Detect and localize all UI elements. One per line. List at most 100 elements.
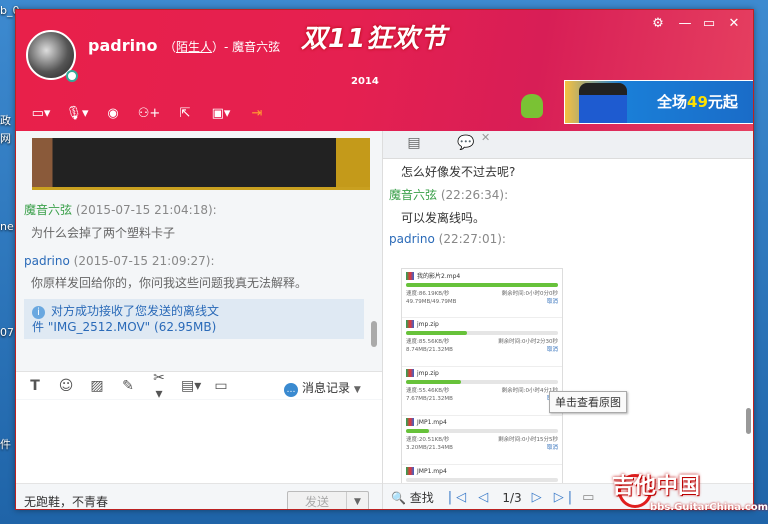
desktop-label: ne [0,220,14,233]
handwriting-icon[interactable]: ✎ [119,378,137,394]
page-nav-next[interactable]: ▷ ▷| [532,490,577,505]
contact-name[interactable]: padrino [88,36,157,55]
online-status-icon [66,70,78,82]
history-button[interactable]: … 消息记录 ▼ [284,379,361,397]
desktop-label: 件 [0,438,11,451]
search-icon: 🔍 [391,491,406,505]
chat-scrollbar[interactable] [371,321,377,347]
add-user-icon[interactable]: ⚇+ [136,102,162,124]
more-icon[interactable]: ▤▾ [181,378,201,394]
file-icon [406,418,414,426]
transfer-speed: 速度:20.51KB/秒 [406,437,450,443]
cancel-link[interactable]: 取消 [547,298,558,306]
qq-chat-window: padrino （陌生人）- 魔音六弦 双11狂欢节 2014 ⚙ — ▭ ✕ … [15,9,754,510]
message-body: 为什么会掉了两个塑料卡子 [31,226,176,240]
promo-year: 2014 [351,76,379,87]
file-icon [406,271,414,280]
mascot-icon[interactable] [521,94,543,118]
folder-icon[interactable]: ▭ [582,490,594,505]
transfer-size: 8.74MB/21.32MB [406,347,453,353]
send-button-group: 发送 ▼ [287,491,369,509]
tag-close: ）- 魔音六弦 [212,40,281,54]
font-icon[interactable]: T [26,378,44,394]
share-screen-icon[interactable]: ⇱ [172,102,198,124]
sender-name[interactable]: 魔音六弦 [24,203,72,217]
maximize-button[interactable]: ▭ [699,16,719,31]
progress-bar [406,283,558,287]
camera-icon[interactable]: ◉ [100,102,126,124]
settings-icon[interactable]: ⚙ [648,16,668,31]
message-time: (22:27:01): [438,232,506,246]
history-scrollbar[interactable] [746,408,751,434]
file-icon [406,320,414,328]
stranger-link[interactable]: 陌生人 [176,40,212,54]
contact-card-icon[interactable]: ▤ [399,135,429,155]
gift-icon[interactable]: ▭ [212,378,230,394]
find-button[interactable]: 🔍 查找 [391,489,434,506]
history-icon: … [284,383,298,397]
transfer-meta: 8.74MB/21.32MB 取消 [406,346,558,354]
notice-line: 对方成功接收了您发送的离线文 [51,304,220,318]
message-header: padrino (2015-07-15 21:09:27): [24,254,364,268]
desktop-label: 网 [0,132,11,145]
ad-banner[interactable]: 全场49元起 [564,80,753,124]
progress-bar [406,331,558,335]
transfer-remaining: 剩余时间:0小时0分0秒 [501,291,558,297]
progress-fill [406,380,461,384]
file-name-row: JMP1.mp4 [406,418,558,426]
close-tab-icon[interactable]: ✕ [481,131,490,144]
sender-name[interactable]: padrino [24,254,70,268]
cancel-link[interactable]: 取消 [547,444,558,452]
history-messages: 怎么好像发不过去呢? 魔音六弦 (22:26:34): 可以发离线吗。 padr… [383,163,743,252]
file-name: JMP1.mp4 [417,418,447,426]
image-icon[interactable]: ▨ [88,378,106,394]
microphone-icon[interactable]: 🎙▾ [64,102,90,124]
emoji-icon[interactable]: ☺ [57,378,75,394]
file-transfer-item: 我的影片2.mp4 速度:86.19KB/秒 剩余时间:0小时0分0秒 49.79MB… [402,269,562,318]
send-options-button[interactable]: ▼ [346,492,368,509]
file-name-row: JMP1.mp4 [406,467,558,475]
message-list: 魔音六弦 (2015-07-15 21:04:18): 为什么会掉了两个塑料卡子… [24,201,364,304]
chat-bubble-icon[interactable]: 💬 [451,135,481,155]
cancel-link[interactable]: 取消 [547,346,558,354]
screenshot-icon[interactable]: ✂▾ [150,370,168,402]
minimize-button[interactable]: — [675,16,695,31]
transfer-size: 7.67MB/21.32MB [406,396,453,402]
transfer-speed: 速度:86.19KB/秒 [406,291,450,297]
file-transfer-item: jmp.zip 速度:85.56KB/秒 剩余时间:0小时2分30秒 8.74MB/2… [402,318,562,367]
exit-icon[interactable]: ⇥ [244,102,270,124]
file-name: jmp.zip [417,320,439,328]
progress-fill [406,429,429,433]
contact-tag: （陌生人）- 魔音六弦 [164,38,280,55]
desktop-label: 政 [0,114,11,127]
tag-open: （ [164,40,177,54]
app-icon[interactable]: ▣▾ [208,102,234,124]
received-image[interactable] [32,138,370,190]
transfer-meta: 速度:86.19KB/秒 剩余时间:0小时0分0秒 [406,290,558,298]
transfer-remaining: 剩余时间:0小时15分5秒 [498,437,558,443]
send-button[interactable]: 发送 [288,492,346,509]
sender-name[interactable]: padrino [389,232,435,246]
message-header: 魔音六弦 (22:26:34): [389,186,743,203]
status-text: 无跑鞋，不青春 [24,495,109,509]
progress-bar [406,429,558,433]
ad-suffix: 元起 [707,93,738,111]
watermark-title: 吉他中国 [612,474,701,499]
file-name: jmp.zip [417,369,439,377]
ad-text: 全场49元起 [657,91,738,112]
file-name: 我的影片2.mp4 [417,273,461,280]
sender-name[interactable]: 魔音六弦 [389,188,437,202]
screenshot-image[interactable]: 我的影片2.mp4 速度:86.19KB/秒 剩余时间:0小时0分0秒 49.79MB… [401,268,563,488]
file-transfer-item: JMP1.mp4 速度:20.51KB/秒 剩余时间:0小时15分5秒 3.20MB/… [402,416,562,465]
file-name: JMP1.mp4 [417,467,447,475]
page-nav-prev[interactable]: |◁ ◁ [448,490,493,505]
close-button[interactable]: ✕ [724,16,744,31]
message-time: (2015-07-15 21:09:27): [73,254,215,268]
folder-icon[interactable]: ▭▾ [28,102,54,124]
message-header: 魔音六弦 (2015-07-15 21:04:18): [24,201,364,218]
chevron-down-icon[interactable]: ▼ [354,385,361,395]
view-original-tooltip: 单击查看原图 [549,391,627,413]
ad-number: 49 [687,93,708,111]
message-input[interactable] [16,400,382,483]
message-time: (2015-07-15 21:04:18): [75,203,217,217]
